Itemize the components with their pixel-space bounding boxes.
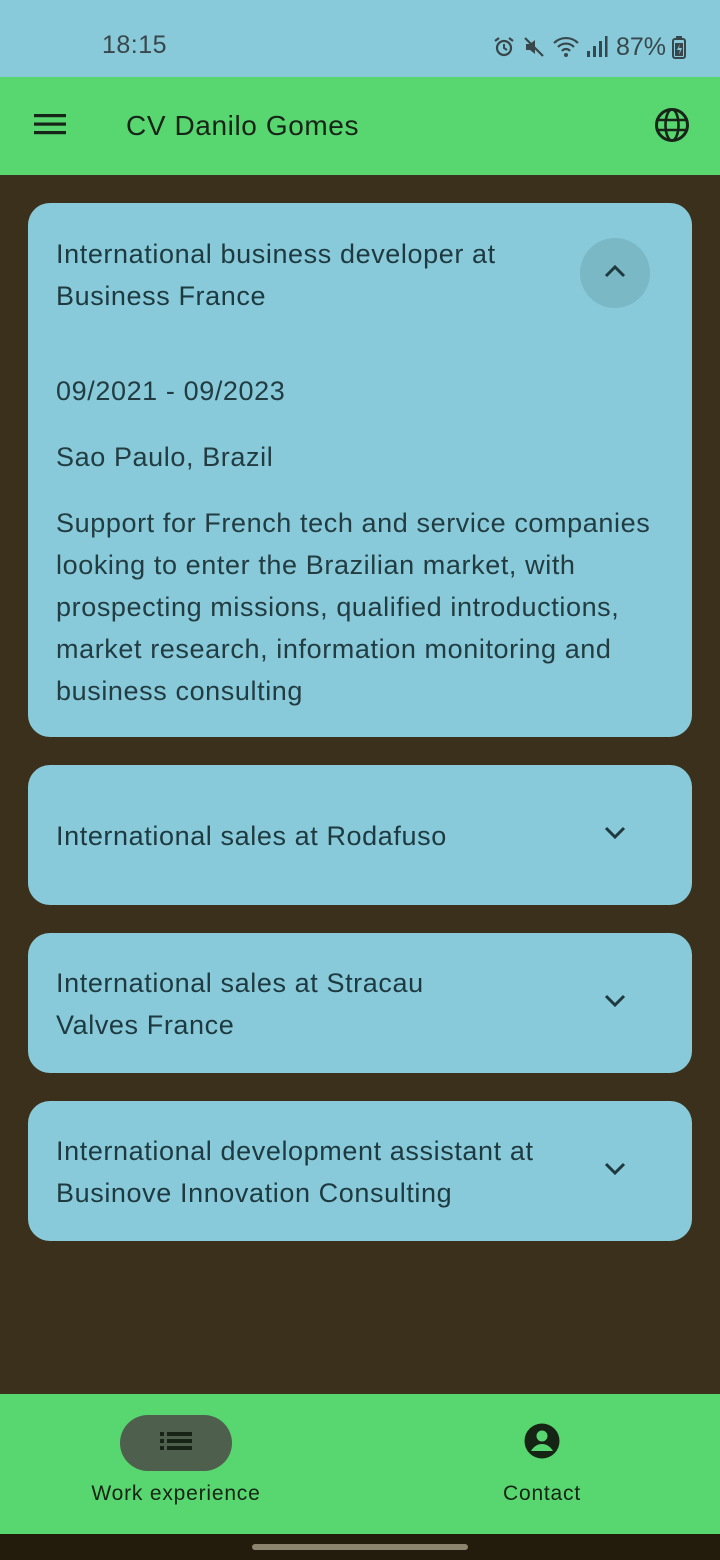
experience-title: International sales at Rodafuso (56, 821, 447, 851)
nav-indicator (120, 1415, 232, 1471)
app-title: CV Danilo Gomes (126, 110, 360, 141)
wifi-icon (552, 35, 580, 59)
nav-indicator (486, 1415, 598, 1471)
chevron-up-icon (604, 264, 626, 283)
nav-label: Work experience (91, 1482, 261, 1505)
experience-description: Support for French tech and service comp… (56, 508, 651, 706)
experience-title: International sales at Stracau Valves Fr… (56, 968, 424, 1040)
signal-icon (586, 35, 608, 59)
nav-item-work-experience[interactable]: Work experience (56, 1394, 316, 1534)
expand-button[interactable] (580, 800, 650, 870)
menu-button[interactable] (28, 104, 72, 148)
language-button[interactable] (650, 105, 694, 149)
alarm-icon (492, 35, 516, 59)
nav-item-contact[interactable]: Contact (422, 1394, 682, 1534)
status-icons: 87% (492, 33, 686, 61)
experience-title: International business developer at Busi… (56, 239, 496, 311)
collapse-button[interactable] (580, 238, 650, 308)
list-icon (159, 1430, 193, 1457)
chevron-down-icon (604, 826, 626, 845)
account-circle-icon (523, 1422, 561, 1465)
experience-card[interactable]: International development assistant at B… (28, 1101, 692, 1241)
mute-icon (522, 35, 546, 59)
battery-percent: 87% (615, 32, 666, 61)
status-time: 18:15 (102, 31, 168, 59)
gesture-handle[interactable] (252, 1544, 468, 1550)
expand-button[interactable] (580, 1136, 650, 1206)
chevron-down-icon (604, 994, 626, 1013)
nav-label: Contact (503, 1482, 581, 1505)
gesture-bar (0, 1534, 720, 1560)
globe-icon (654, 107, 690, 148)
experience-card-expanded[interactable]: International business developer at Busi… (28, 203, 692, 737)
experience-card[interactable]: International sales at Stracau Valves Fr… (28, 933, 692, 1073)
experience-card[interactable]: International sales at Rodafuso (28, 765, 692, 905)
experience-title: International development assistant at B… (56, 1136, 534, 1208)
top-app-bar: CV Danilo Gomes (0, 77, 720, 175)
menu-icon (33, 112, 67, 141)
expand-button[interactable] (580, 968, 650, 1038)
experience-location: Sao Paulo, Brazil (56, 442, 274, 472)
bottom-navigation: Work experience Contact (0, 1394, 720, 1534)
chevron-down-icon (604, 1162, 626, 1181)
experience-dates: 09/2021 - 09/2023 (56, 376, 286, 406)
battery-icon (672, 35, 686, 59)
status-bar: 18:15 87% (0, 0, 720, 77)
